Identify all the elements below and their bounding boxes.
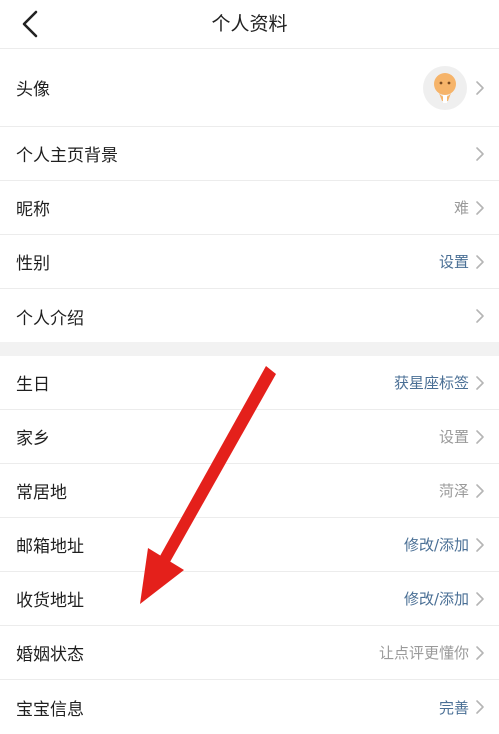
row-value-birthday: 获星座标签 bbox=[393, 374, 469, 392]
row-label-email: 邮箱地址 bbox=[16, 537, 84, 557]
row-value-baby-info: 完善 bbox=[438, 698, 469, 717]
row-value-email: 修改/添加 bbox=[403, 536, 469, 554]
row-label-profile-background: 个人主页背景 bbox=[16, 146, 118, 166]
row-introduction[interactable]: 个人介绍 bbox=[0, 289, 499, 343]
row-label-avatar: 头像 bbox=[16, 80, 50, 100]
row-value-hometown: 设置 bbox=[438, 428, 469, 446]
top-navigation-bar: 个人资料 bbox=[0, 0, 499, 49]
row-label-shipping-address: 收货地址 bbox=[16, 591, 84, 611]
chevron-right-icon bbox=[476, 80, 484, 95]
row-profile-background[interactable]: 个人主页背景 bbox=[0, 127, 499, 181]
avatar-icon bbox=[434, 72, 456, 103]
row-shipping-address[interactable]: 收货地址 修改/添加 bbox=[0, 572, 499, 626]
profile-basic-section: 头像 个人主页背景 昵称 难 性别 设置 个人介绍 bbox=[0, 49, 499, 343]
row-label-introduction: 个人介绍 bbox=[16, 308, 84, 329]
row-email[interactable]: 邮箱地址 修改/添加 bbox=[0, 518, 499, 572]
row-label-hometown: 家乡 bbox=[16, 429, 50, 449]
row-label-baby-info: 宝宝信息 bbox=[16, 699, 84, 720]
row-hometown[interactable]: 家乡 设置 bbox=[0, 410, 499, 464]
profile-extra-section: 生日 获星座标签 家乡 设置 常居地 菏泽 邮箱地址 修改/添加 收货地址 修改… bbox=[0, 356, 499, 734]
row-label-marital-status: 婚姻状态 bbox=[16, 645, 84, 665]
row-baby-info[interactable]: 宝宝信息 完善 bbox=[0, 680, 499, 734]
chevron-right-icon bbox=[476, 537, 484, 552]
row-value-gender: 设置 bbox=[438, 253, 469, 271]
chevron-right-icon bbox=[476, 645, 484, 660]
chevron-right-icon bbox=[476, 483, 484, 498]
avatar[interactable] bbox=[423, 65, 467, 110]
chevron-right-icon bbox=[476, 200, 484, 215]
section-divider bbox=[0, 342, 499, 356]
row-value-marital-status: 让点评更懂你 bbox=[378, 644, 469, 662]
chevron-right-icon bbox=[476, 700, 484, 714]
row-value-nickname: 难 bbox=[453, 199, 469, 217]
row-avatar[interactable]: 头像 bbox=[0, 49, 499, 127]
chevron-right-icon bbox=[476, 591, 484, 606]
row-nickname[interactable]: 昵称 难 bbox=[0, 181, 499, 235]
row-value-residence: 菏泽 bbox=[438, 482, 469, 500]
row-value-shipping-address: 修改/添加 bbox=[403, 590, 469, 608]
chevron-right-icon bbox=[476, 309, 484, 323]
row-label-nickname: 昵称 bbox=[16, 200, 50, 220]
row-birthday[interactable]: 生日 获星座标签 bbox=[0, 356, 499, 410]
row-gender[interactable]: 性别 设置 bbox=[0, 235, 499, 289]
row-label-birthday: 生日 bbox=[16, 375, 50, 395]
row-marital-status[interactable]: 婚姻状态 让点评更懂你 bbox=[0, 626, 499, 680]
row-label-residence: 常居地 bbox=[16, 483, 67, 503]
page-title: 个人资料 bbox=[211, 13, 288, 35]
chevron-right-icon bbox=[476, 375, 484, 390]
row-label-gender: 性别 bbox=[16, 254, 50, 274]
chevron-right-icon bbox=[476, 429, 484, 444]
chevron-right-icon bbox=[476, 146, 484, 161]
chevron-right-icon bbox=[476, 254, 484, 269]
row-residence[interactable]: 常居地 菏泽 bbox=[0, 464, 499, 518]
